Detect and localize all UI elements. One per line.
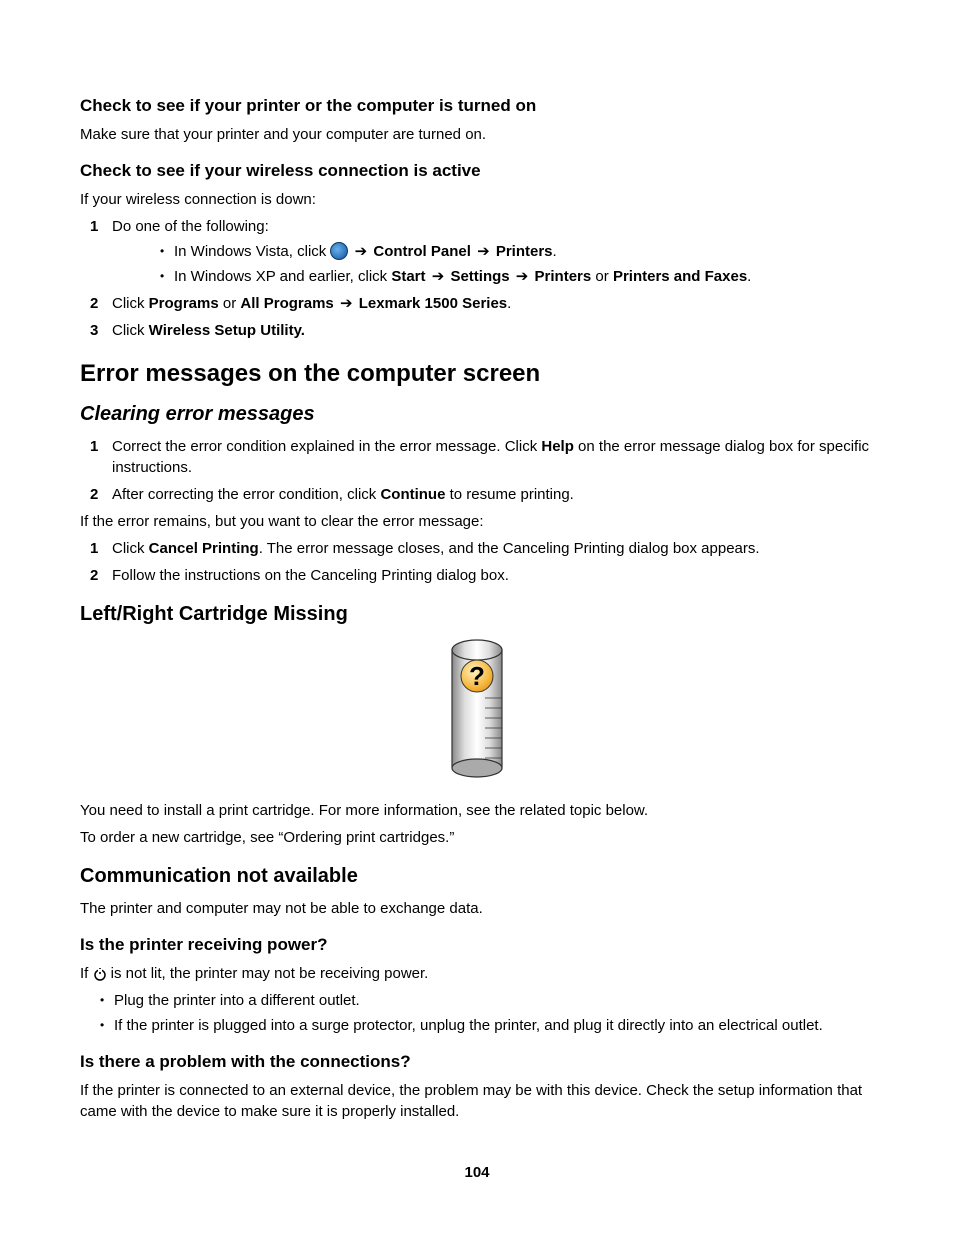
text-continue: Continue [380,486,445,503]
cartridge-figure: ? [80,638,874,784]
text-lexmark: Lexmark 1500 Series [359,295,507,312]
bullet-diff-outlet: Plug the printer into a different outlet… [80,990,874,1011]
text: Follow the instructions on the Canceling… [112,567,509,584]
text: Click [112,295,149,312]
text-install-cartridge: You need to install a print cartridge. F… [80,800,874,821]
text-power-not-lit: If is not lit, the printer may not be re… [80,963,874,984]
text: Click [112,540,149,557]
bullet-surge-protector: If the printer is plugged into a surge p… [80,1015,874,1036]
text-printers: Printers [496,243,553,260]
heading-problem-connections: Is there a problem with the connections? [80,1050,874,1074]
arrow-icon: ➔ [355,241,368,262]
bullet-vista: In Windows Vista, click ➔ Control Panel … [140,241,874,262]
cartridge-icon: ? [447,638,507,778]
text: . [553,243,557,260]
text: . The error message closes, and the Canc… [259,540,760,557]
step-2-follow-instructions: 2Follow the instructions on the Cancelin… [80,565,874,586]
text-all-programs: All Programs [240,295,333,312]
text-printer-on: Make sure that your printer and your com… [80,124,874,145]
heading-comm-not-available: Communication not available [80,862,874,890]
step-3-click-wireless: 3Click Wireless Setup Utility. [80,320,874,341]
text-order-cartridge: To order a new cartridge, see “Ordering … [80,827,874,848]
text: or [219,295,241,312]
heading-wireless-active: Check to see if your wireless connection… [80,159,874,183]
bullet-xp: In Windows XP and earlier, click Start ➔… [140,266,874,287]
text: In Windows XP and earlier, click [174,268,391,285]
text: If [80,965,93,982]
text-if-error-remains: If the error remains, but you want to cl… [80,511,874,532]
text: . [747,268,751,285]
svg-text:?: ? [469,661,485,691]
text: is not lit, the printer may not be recei… [107,965,429,982]
text: In Windows Vista, click [174,243,330,260]
text-printers-faxes: Printers and Faxes [613,268,747,285]
text: After correcting the error condition, cl… [112,486,380,503]
step-1-correct-error: 1Correct the error condition explained i… [80,436,874,478]
text: or [591,268,613,285]
text: . [507,295,511,312]
text-cancel-printing: Cancel Printing [149,540,259,557]
text-help: Help [541,438,574,455]
heading-error-messages: Error messages on the computer screen [80,357,874,391]
text-comm-exchange: The printer and computer may not be able… [80,898,874,919]
text-external-device: If the printer is connected to an extern… [80,1080,874,1122]
step-2-after-correcting: 2After correcting the error condition, c… [80,484,874,505]
text-programs: Programs [149,295,219,312]
step-text: Do one of the following: [112,218,269,235]
text-settings: Settings [450,268,509,285]
text: to resume printing. [445,486,573,503]
arrow-icon: ➔ [432,266,445,287]
heading-clearing-errors: Clearing error messages [80,400,874,428]
step-1-do-one: 1Do one of the following: In Windows Vis… [80,216,874,287]
step-2-click-programs: 2Click Programs or All Programs ➔ Lexmar… [80,293,874,314]
power-icon [93,966,107,980]
arrow-icon: ➔ [516,266,529,287]
arrow-icon: ➔ [340,293,353,314]
step-1-cancel-printing: 1Click Cancel Printing. The error messag… [80,538,874,559]
heading-receiving-power: Is the printer receiving power? [80,933,874,957]
text-wireless-if-down: If your wireless connection is down: [80,189,874,210]
heading-printer-on: Check to see if your printer or the comp… [80,94,874,118]
text-wireless-utility: Wireless Setup Utility. [149,322,305,339]
page-number: 104 [80,1162,874,1183]
windows-start-icon [330,242,348,260]
text: Click [112,322,149,339]
text-start: Start [391,268,425,285]
text-control-panel: Control Panel [373,243,471,260]
arrow-icon: ➔ [477,241,490,262]
heading-cartridge-missing: Left/Right Cartridge Missing [80,600,874,628]
text-printers: Printers [535,268,592,285]
text: Correct the error condition explained in… [112,438,541,455]
